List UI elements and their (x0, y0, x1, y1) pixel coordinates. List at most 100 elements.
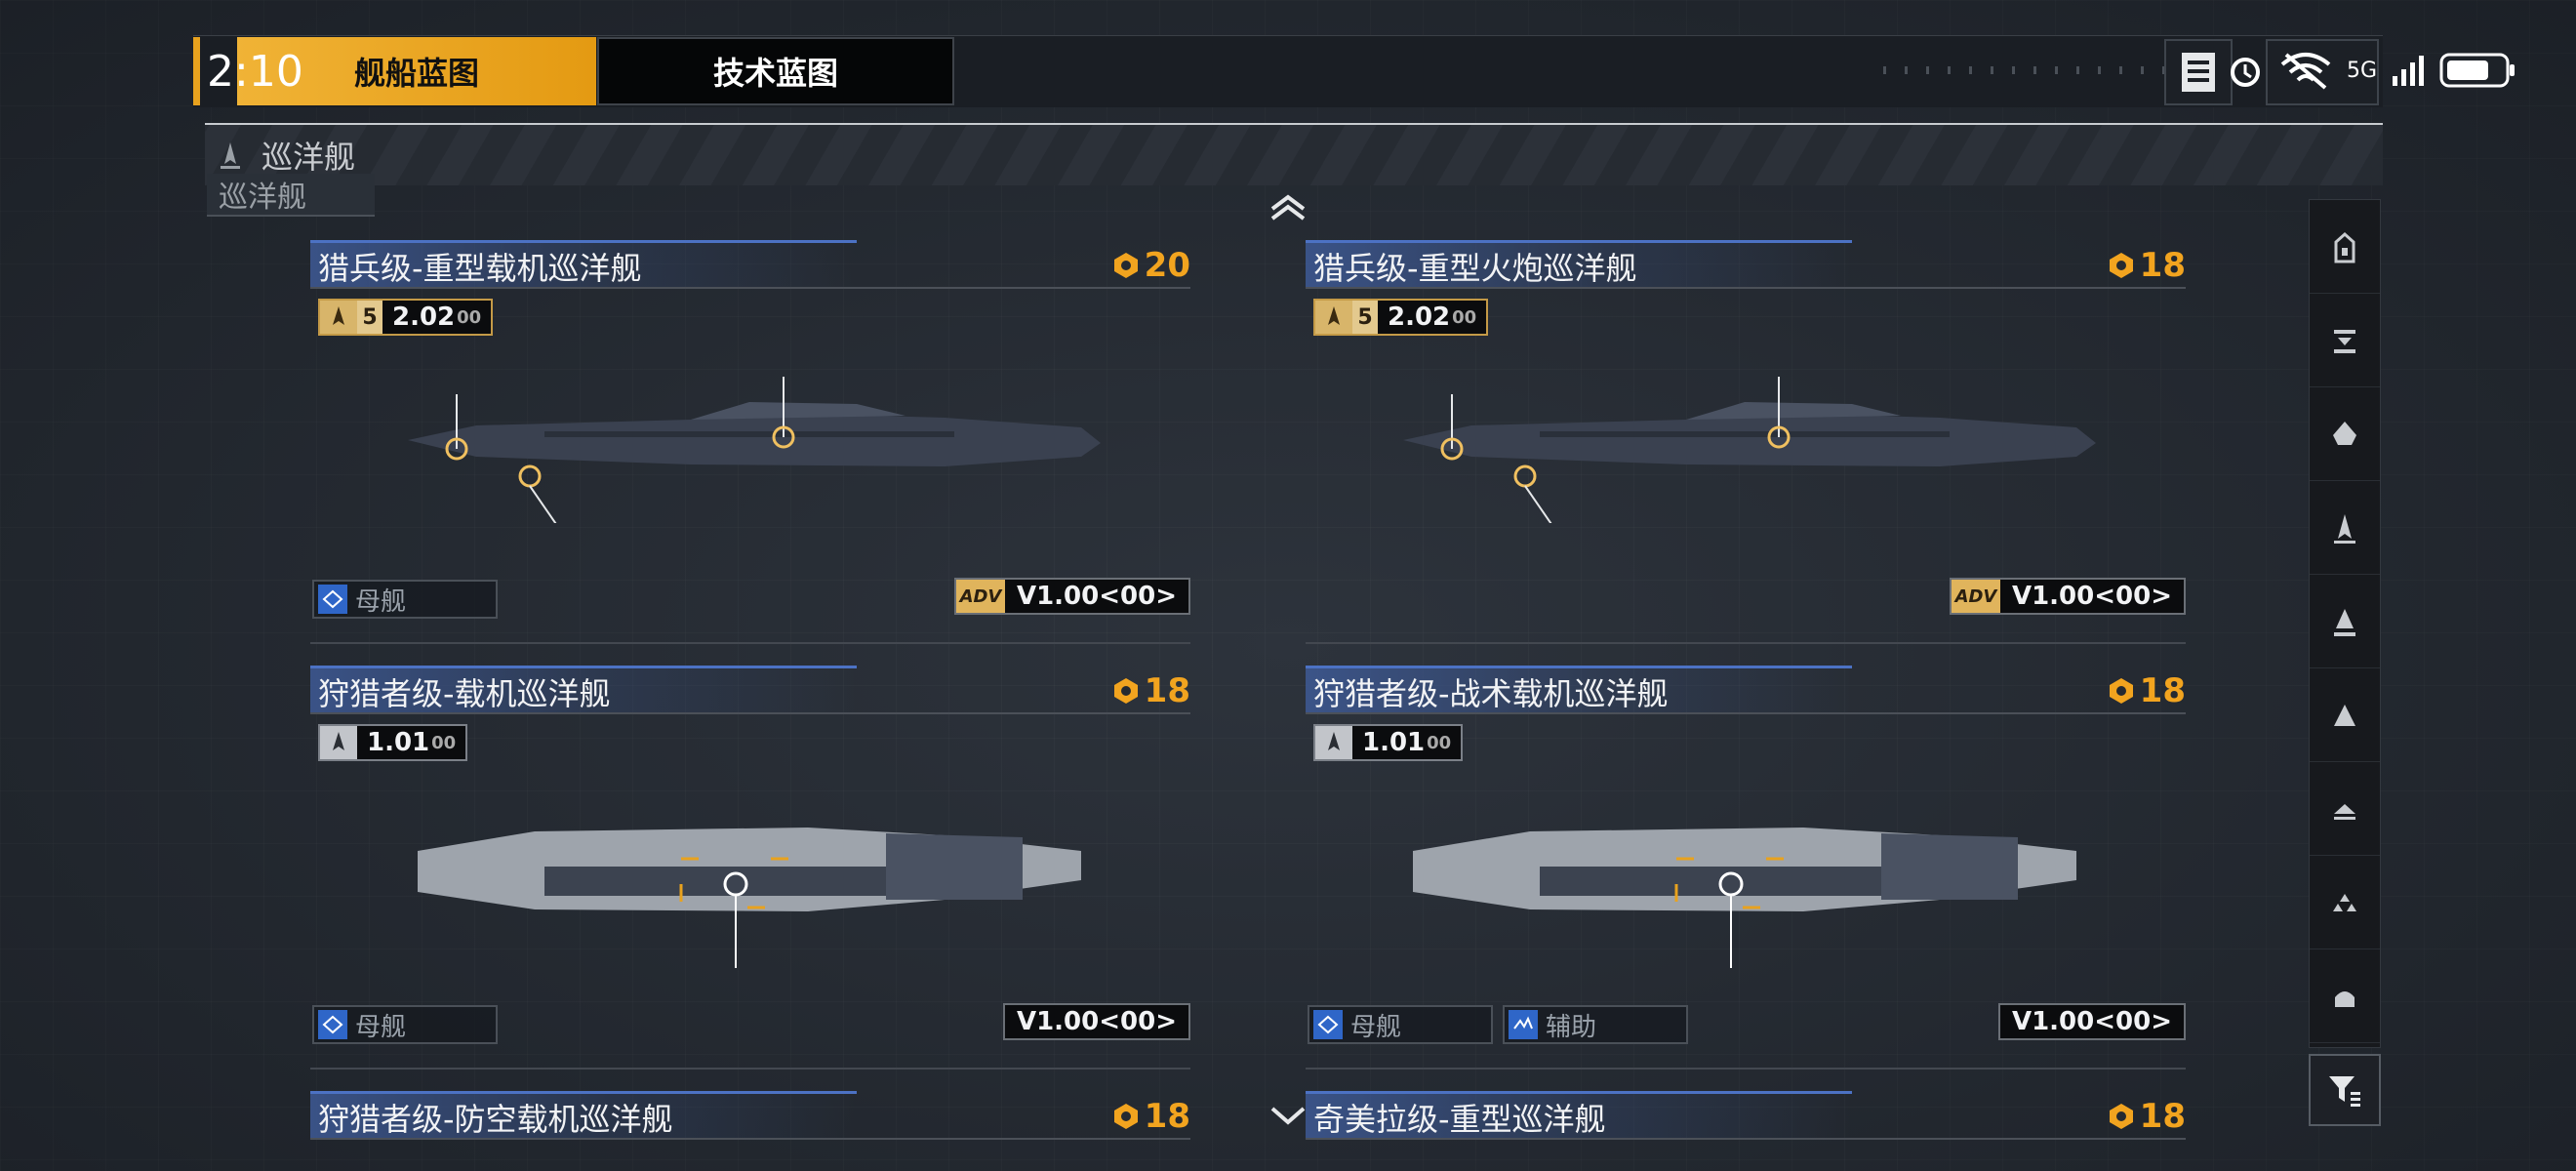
ship-image (418, 828, 1081, 968)
blueprint-version: 2.02 00 (382, 301, 492, 334)
cost-icon (1113, 678, 1138, 704)
ship-card[interactable]: 狩猎者级-战术载机巡洋舰 18 1.01 00 母舰 辅助 V1.00<00> (1306, 666, 2186, 1075)
filter-corvette[interactable] (2310, 949, 2380, 1043)
version-suffix: 00 (457, 306, 482, 328)
ship-card[interactable]: 猎兵级-重型载机巡洋舰 20 5 2.02 00 母舰 ADV V1.00<00> (310, 240, 1190, 650)
version-suffix: 00 (1452, 306, 1477, 328)
version-tag-text: V1.00<00> (1004, 580, 1188, 613)
ship-cost: 18 (2107, 1097, 2186, 1136)
corvette-icon (2335, 990, 2355, 1007)
divider (1306, 1138, 2186, 1140)
destroyer-icon (2334, 329, 2355, 353)
card-bottom-line (310, 1068, 1190, 1070)
tab-tech-blueprint[interactable]: 技术蓝图 (597, 37, 954, 105)
cost-value: 18 (1144, 671, 1190, 710)
carrier-icon (2334, 608, 2355, 636)
version-tag: ADV V1.00<00> (1949, 578, 2186, 615)
filter-battlecruiser[interactable] (2310, 481, 2380, 575)
version-number: 1.01 (1362, 728, 1426, 757)
ship-cost: 18 (2107, 671, 2186, 710)
cost-icon (2109, 1104, 2133, 1129)
version-tag: V1.00<00> (1997, 1003, 2186, 1040)
filter-auxiliary[interactable] (2310, 762, 2380, 856)
ship-name: 奇美拉级-重型巡洋舰 (1313, 1101, 1606, 1138)
ship-image (1403, 377, 2096, 523)
role-label: 母舰 (1350, 1012, 1402, 1042)
version-number: 1.01 (367, 728, 430, 757)
cost-icon (2109, 253, 2133, 278)
version-badge: 5 2.02 00 (318, 299, 494, 336)
version-badge: 5 2.02 00 (1313, 299, 1489, 336)
blueprint-version: 1.01 00 (1352, 726, 1462, 759)
cost-icon (2109, 678, 2133, 704)
ship-card[interactable]: 奇美拉级-重型巡洋舰 18 (1306, 1091, 2186, 1171)
support-icon (1509, 1010, 1538, 1039)
document-list-icon (2182, 53, 2215, 92)
role-tag: 辅助 (1503, 1005, 1688, 1044)
filter-aircraft[interactable] (2310, 856, 2380, 949)
frigate-icon (2334, 231, 2355, 262)
role-label: 母舰 (355, 1012, 407, 1042)
ship-class-icon (320, 301, 357, 334)
ship-name: 狩猎者级-载机巡洋舰 (318, 675, 611, 712)
status-time: 2:10 (207, 47, 303, 97)
alarm-icon (2226, 51, 2265, 90)
ship-name: 猎兵级-重型载机巡洋舰 (318, 250, 642, 287)
divider (310, 287, 1190, 289)
role-label: 母舰 (355, 586, 407, 617)
tier-level: 5 (357, 301, 382, 334)
auxiliary-icon (2334, 803, 2355, 820)
ship-class-icon (1315, 726, 1352, 759)
adv-badge: ADV (955, 580, 1005, 613)
category-header[interactable]: 巡洋舰 (205, 123, 2383, 185)
ship-cost: 18 (1111, 671, 1190, 710)
filter-destroyer[interactable] (2310, 294, 2380, 387)
version-suffix: 00 (1427, 732, 1452, 753)
mothership-icon (318, 1010, 347, 1039)
scroll-down-chevron-icon[interactable] (1268, 1103, 1308, 1130)
battery-icon (2439, 51, 2517, 90)
decorative-dots (1883, 66, 2176, 74)
filter-cruiser[interactable] (2310, 387, 2380, 481)
category-label: 巡洋舰 (262, 139, 356, 176)
cost-value: 20 (1144, 246, 1190, 285)
ship-class-icon (1315, 301, 1352, 334)
blueprint-version: 2.02 00 (1378, 301, 1487, 334)
ship-card[interactable]: 狩猎者级-防空载机巡洋舰 18 (310, 1091, 1190, 1171)
ship-cost: 18 (2107, 246, 2186, 285)
card-bottom-line (310, 642, 1190, 644)
divider (310, 712, 1190, 714)
version-number: 2.02 (1388, 303, 1451, 332)
version-tag-text: V1.00<00> (1999, 580, 2184, 613)
cruiser-icon (2333, 421, 2356, 445)
cost-value: 18 (2139, 246, 2186, 285)
tier-level: 5 (1352, 301, 1378, 334)
filter-icon (2329, 1076, 2360, 1107)
filter-carrier[interactable] (2310, 575, 2380, 668)
role-label: 辅助 (1546, 1012, 1597, 1042)
mothership-icon (1313, 1010, 1343, 1039)
battlecruiser-icon (2334, 513, 2355, 544)
filter-battleship[interactable] (2310, 668, 2380, 762)
version-badge: 1.01 00 (1313, 724, 1464, 761)
filter-frigate[interactable] (2310, 200, 2380, 294)
ship-card[interactable]: 猎兵级-重型火炮巡洋舰 18 5 2.02 00 ADV V1.00<00> (1306, 240, 2186, 650)
ship-cost: 20 (1111, 246, 1190, 285)
cost-value: 18 (2139, 671, 2186, 710)
scroll-up-chevron-icon[interactable] (1268, 193, 1308, 221)
version-tag: V1.00<00> (1002, 1003, 1190, 1040)
list-button[interactable] (2164, 39, 2233, 105)
card-bottom-line (1306, 1068, 2186, 1070)
version-tag-text: V1.00<00> (1999, 1005, 2184, 1038)
ship-name: 狩猎者级-战术载机巡洋舰 (1313, 675, 1669, 712)
divider (310, 1138, 1190, 1140)
blueprint-version: 1.01 00 (357, 726, 466, 759)
filter-button[interactable] (2309, 1054, 2381, 1126)
ship-card[interactable]: 狩猎者级-载机巡洋舰 18 1.01 00 母舰 V1.00<00> (310, 666, 1190, 1075)
version-badge: 1.01 00 (318, 724, 468, 761)
card-bottom-line (1306, 642, 2186, 644)
version-number: 2.02 (392, 303, 456, 332)
aircraft-icon (2333, 893, 2356, 911)
wifi-off-icon (2278, 51, 2333, 90)
battleship-icon (2334, 704, 2355, 726)
